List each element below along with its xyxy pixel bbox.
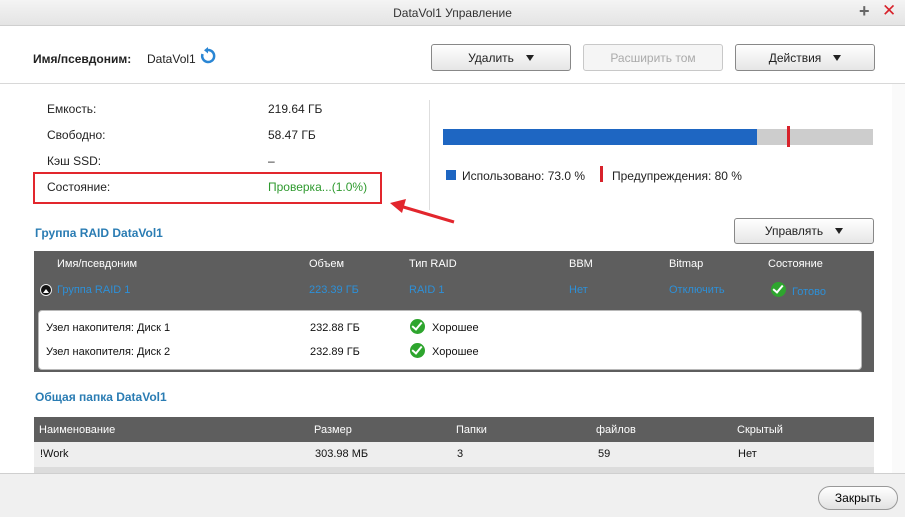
collapse-icon[interactable]	[40, 284, 52, 296]
actions-button[interactable]: Действия	[735, 44, 875, 71]
disk-2-size: 232.89 ГБ	[310, 346, 360, 358]
vertical-divider	[429, 100, 430, 210]
warning-legend-label: Предупреждения: 80 %	[612, 169, 742, 183]
window-title: DataVol1 Управление	[393, 6, 512, 20]
delete-button[interactable]: Удалить	[431, 44, 571, 71]
expand-volume-label: Расширить том	[610, 50, 696, 65]
disk-1-name: Узел накопителя: Диск 1	[46, 322, 171, 334]
manage-button[interactable]: Управлять	[734, 218, 874, 244]
close-button[interactable]: Закрыть	[818, 486, 898, 510]
used-legend-label: Использовано: 73.0 %	[462, 169, 586, 183]
raid-col-name: Имя/псевдоним	[57, 258, 138, 270]
share-col-size: Размер	[314, 424, 352, 436]
disk-1-state: Хорошее	[432, 322, 479, 334]
refresh-icon[interactable]	[199, 47, 217, 65]
share-col-hidden: Скрытый	[737, 424, 783, 436]
chevron-down-icon	[525, 54, 534, 61]
chevron-down-icon	[835, 228, 844, 234]
delete-button-label: Удалить	[468, 50, 514, 65]
share-row-files: 59	[598, 448, 611, 460]
raid-group-name[interactable]: Группа RAID 1	[57, 284, 130, 296]
share-row-size: 303.98 МБ	[315, 448, 369, 460]
raid-group-size: 223.39 ГБ	[309, 284, 359, 296]
alias-value: DataVol1	[147, 52, 196, 66]
raid-col-type: Тип RAID	[409, 258, 457, 270]
alias-label: Имя/псевдоним:	[33, 52, 132, 66]
annotation-arrow-icon	[390, 199, 455, 224]
maximize-icon[interactable]: +	[859, 1, 870, 22]
raid-group-type: RAID 1	[409, 284, 445, 296]
manage-button-label: Управлять	[764, 224, 824, 238]
share-row-hidden: Нет	[738, 448, 757, 460]
share-col-files: файлов	[596, 424, 636, 436]
volume-header: Имя/псевдоним: DataVol1 Удалить Расширит…	[0, 27, 905, 84]
disk-1-size: 232.88 ГБ	[310, 322, 360, 334]
raid-col-bitmap: Bitmap	[669, 258, 704, 270]
highlight-box	[33, 172, 382, 204]
disk-2-state: Хорошее	[432, 346, 479, 358]
usage-bar-fill	[443, 129, 757, 145]
free-value: 58.47 ГБ	[268, 128, 316, 142]
actions-button-label: Действия	[768, 50, 822, 65]
scrollbar[interactable]	[892, 84, 905, 474]
ssd-cache-value: –	[268, 154, 275, 168]
raid-group-state: Готово	[792, 286, 826, 298]
disk-2-name: Узел накопителя: Диск 2	[46, 346, 171, 358]
capacity-value: 219.64 ГБ	[268, 102, 323, 116]
free-label: Свободно:	[47, 128, 106, 142]
share-section-title: Общая папка DataVol1	[35, 390, 167, 404]
raid-group-bitmap[interactable]: Отключить	[669, 284, 725, 296]
disk-list	[38, 310, 862, 370]
chevron-down-icon	[833, 54, 842, 61]
raid-col-bbm: BBM	[569, 258, 593, 270]
raid-group-bbm: Нет	[569, 284, 588, 296]
window-titlebar: DataVol1 Управление + ✕	[0, 0, 905, 26]
used-legend-swatch	[446, 170, 456, 180]
share-col-folders: Папки	[456, 424, 487, 436]
close-icon[interactable]: ✕	[882, 1, 896, 21]
dialog-footer	[0, 473, 905, 517]
share-row-folders: 3	[457, 448, 464, 460]
capacity-label: Емкость:	[47, 102, 97, 116]
check-icon	[771, 282, 786, 297]
ssd-cache-label: Кэш SSD:	[47, 154, 102, 168]
raid-section-title: Группа RAID DataVol1	[35, 226, 163, 240]
raid-col-state: Состояние	[768, 258, 823, 270]
check-icon	[410, 343, 425, 358]
share-col-name: Наименование	[39, 424, 116, 436]
check-icon	[410, 319, 425, 334]
share-row-name: !Work	[40, 448, 69, 460]
usage-bar	[443, 126, 873, 147]
warning-threshold-marker	[787, 126, 790, 147]
expand-volume-button[interactable]: Расширить том	[583, 44, 723, 71]
raid-col-size: Объем	[309, 258, 345, 270]
warning-legend-swatch	[600, 166, 603, 182]
